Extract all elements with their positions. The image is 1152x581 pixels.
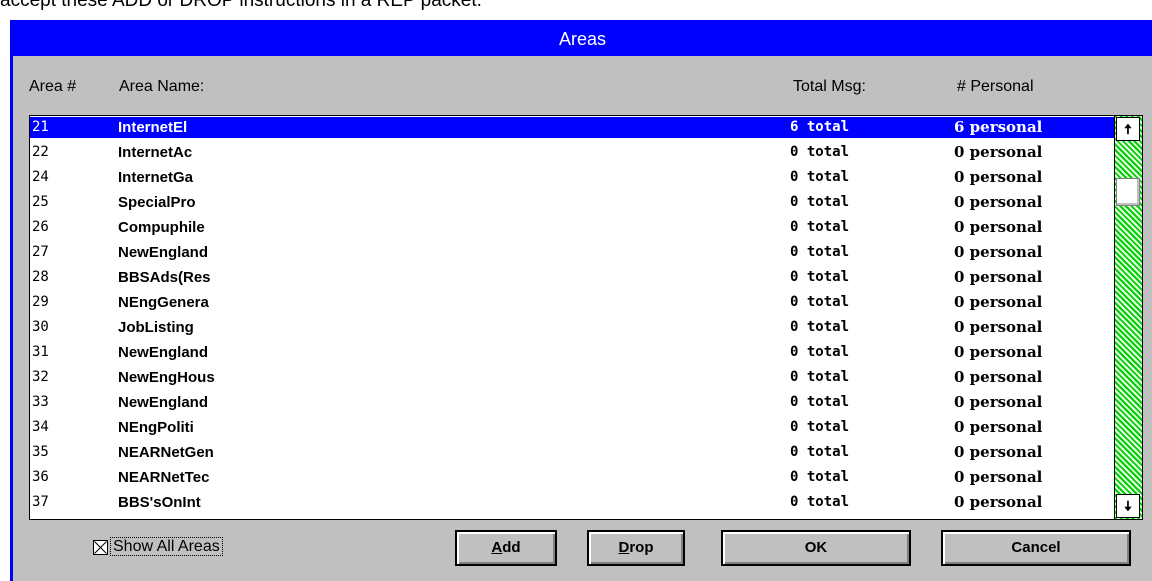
total-msg-cell: 0 total: [790, 269, 850, 285]
area-name-cell: NewEngland: [118, 244, 209, 261]
scroll-down-arrow-icon[interactable]: 🠇: [1116, 494, 1140, 518]
area-name-cell: NewEngland: [118, 394, 209, 411]
table-row[interactable]: 22 InternetAc 0 total 0 personal: [30, 142, 1114, 163]
table-row[interactable]: 32 NewEngHous 0 total 0 personal: [30, 367, 1114, 388]
drop-button[interactable]: Drop: [587, 530, 685, 566]
background-caption-text: accept these ADD or DROP instructions in…: [0, 0, 482, 11]
personal-count-cell: 0 personal: [954, 368, 1043, 386]
show-all-areas-checkbox[interactable]: Show All Areas: [93, 537, 223, 560]
area-number-cell: 30: [32, 319, 49, 335]
area-number-cell: 31: [32, 344, 49, 360]
area-number-cell: 29: [32, 294, 49, 310]
area-name-cell: InternetGa: [118, 169, 194, 186]
total-msg-cell: 0 total: [790, 469, 850, 485]
header-area-number: Area #: [29, 78, 77, 95]
area-name-cell: NEARNetGen: [118, 444, 214, 461]
area-number-cell: 21: [32, 119, 49, 135]
personal-count-cell: 6 personal: [954, 118, 1043, 136]
table-row[interactable]: 34 NEngPoliti 0 total 0 personal: [30, 417, 1114, 438]
total-msg-cell: 6 total: [790, 119, 850, 135]
total-msg-cell: 0 total: [790, 244, 850, 260]
area-name-cell: NEngPoliti: [118, 419, 194, 436]
total-msg-cell: 0 total: [790, 169, 850, 185]
table-row[interactable]: 25 SpecialPro 0 total 0 personal: [30, 192, 1114, 213]
vertical-scrollbar[interactable]: 🠅 🠇: [1114, 116, 1142, 519]
header-personal: # Personal: [957, 78, 1034, 95]
total-msg-cell: 0 total: [790, 394, 850, 410]
personal-count-cell: 0 personal: [954, 443, 1043, 461]
area-number-cell: 32: [32, 369, 49, 385]
personal-count-cell: 0 personal: [954, 168, 1043, 186]
table-row[interactable]: 36 NEARNetTec 0 total 0 personal: [30, 467, 1114, 488]
area-number-cell: 24: [32, 169, 49, 185]
total-msg-cell: 0 total: [790, 344, 850, 360]
scroll-up-arrow-icon[interactable]: 🠅: [1116, 117, 1140, 141]
total-msg-cell: 0 total: [790, 144, 850, 160]
areas-dialog: Areas Area # Area Name: Total Msg: # Per…: [10, 20, 1152, 581]
area-number-cell: 34: [32, 419, 49, 435]
table-row[interactable]: 21 InternetEl 6 total 6 personal: [30, 117, 1114, 138]
personal-count-cell: 0 personal: [954, 143, 1043, 161]
header-total-msg: Total Msg:: [793, 78, 866, 95]
area-name-cell: BBS'sOnInt: [118, 494, 201, 511]
table-row[interactable]: 35 NEARNetGen 0 total 0 personal: [30, 442, 1114, 463]
table-row[interactable]: 30 JobListing 0 total 0 personal: [30, 317, 1114, 338]
area-name-cell: JobListing: [118, 319, 194, 336]
total-msg-cell: 0 total: [790, 194, 850, 210]
area-name-cell: BBSAds(Res: [118, 269, 211, 286]
table-row[interactable]: 24 InternetGa 0 total 0 personal: [30, 167, 1114, 188]
area-number-cell: 22: [32, 144, 49, 160]
header-area-name: Area Name:: [119, 78, 205, 95]
area-number-cell: 26: [32, 219, 49, 235]
personal-count-cell: 0 personal: [954, 243, 1043, 261]
area-name-cell: InternetEl: [118, 119, 188, 136]
area-number-cell: 37: [32, 494, 49, 510]
area-number-cell: 33: [32, 394, 49, 410]
dialog-title: Areas: [13, 23, 1152, 56]
table-row[interactable]: 29 NEngGenera 0 total 0 personal: [30, 292, 1114, 313]
area-name-cell: NewEngland: [118, 344, 209, 361]
area-number-cell: 28: [32, 269, 49, 285]
area-number-cell: 36: [32, 469, 49, 485]
areas-listbox[interactable]: 21 InternetEl 6 total 6 personal 22 InternetA…: [29, 115, 1143, 520]
cancel-button[interactable]: Cancel: [941, 530, 1131, 566]
ok-button[interactable]: OK: [721, 530, 911, 566]
personal-count-cell: 0 personal: [954, 268, 1043, 286]
total-msg-cell: 0 total: [790, 419, 850, 435]
area-name-cell: NewEngHous: [118, 369, 215, 386]
table-row[interactable]: 37 BBS'sOnInt 0 total 0 personal: [30, 492, 1114, 513]
table-row[interactable]: 26 Compuphile 0 total 0 personal: [30, 217, 1114, 238]
personal-count-cell: 0 personal: [954, 218, 1043, 236]
total-msg-cell: 0 total: [790, 444, 850, 460]
area-name-cell: SpecialPro: [118, 194, 196, 211]
total-msg-cell: 0 total: [790, 369, 850, 385]
personal-count-cell: 0 personal: [954, 468, 1043, 486]
personal-count-cell: 0 personal: [954, 293, 1043, 311]
area-number-cell: 25: [32, 194, 49, 210]
total-msg-cell: 0 total: [790, 319, 850, 335]
area-number-cell: 27: [32, 244, 49, 260]
table-row[interactable]: 31 NewEngland 0 total 0 personal: [30, 342, 1114, 363]
personal-count-cell: 0 personal: [954, 493, 1043, 511]
personal-count-cell: 0 personal: [954, 393, 1043, 411]
area-name-cell: NEARNetTec: [118, 469, 210, 486]
personal-count-cell: 0 personal: [954, 418, 1043, 436]
area-name-cell: NEngGenera: [118, 294, 209, 311]
add-button[interactable]: Add: [455, 530, 557, 566]
table-row[interactable]: 27 NewEngland 0 total 0 personal: [30, 242, 1114, 263]
scroll-thumb[interactable]: [1116, 178, 1140, 206]
area-number-cell: 35: [32, 444, 49, 460]
total-msg-cell: 0 total: [790, 494, 850, 510]
area-name-cell: InternetAc: [118, 144, 193, 161]
show-all-areas-label: Show All Areas: [110, 537, 223, 556]
total-msg-cell: 0 total: [790, 294, 850, 310]
total-msg-cell: 0 total: [790, 219, 850, 235]
personal-count-cell: 0 personal: [954, 193, 1043, 211]
personal-count-cell: 0 personal: [954, 318, 1043, 336]
personal-count-cell: 0 personal: [954, 343, 1043, 361]
table-row[interactable]: 33 NewEngland 0 total 0 personal: [30, 392, 1114, 413]
checkbox-checked-icon[interactable]: [93, 539, 108, 555]
area-name-cell: Compuphile: [118, 219, 205, 236]
table-row[interactable]: 28 BBSAds(Res 0 total 0 personal: [30, 267, 1114, 288]
